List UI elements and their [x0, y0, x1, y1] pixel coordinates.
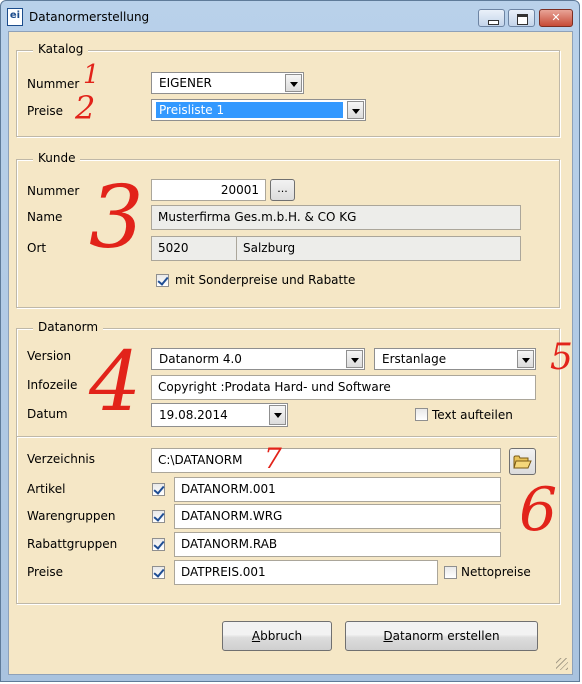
preise-input[interactable]: DATPREIS.001 [174, 560, 438, 585]
annotation-6: 6 [519, 475, 558, 545]
kunde-ort-label: Ort [27, 241, 47, 255]
abbruch-label: bbruch [260, 629, 303, 643]
calendar-dropdown-icon[interactable] [269, 405, 286, 425]
artikel-label: Artikel [27, 482, 66, 496]
datum-picker[interactable]: 19.08.2014 [151, 403, 288, 427]
kunde-nummer-input[interactable]: 20001 [151, 179, 266, 201]
annotation-5: 5 [550, 337, 573, 378]
kunde-name-label: Name [27, 210, 63, 224]
artikel-input[interactable]: DATANORM.001 [174, 477, 501, 502]
datanorm-legend: Datanorm [33, 320, 104, 334]
katalog-preise-value: Preisliste 1 [156, 102, 343, 118]
preise-checkbox[interactable] [152, 566, 165, 579]
maximize-button[interactable] [508, 9, 535, 27]
rabattgruppen-label: Rabattgruppen [27, 537, 118, 551]
katalog-nummer-value: EIGENER [159, 76, 212, 90]
verzeichnis-label: Verzeichnis [27, 452, 96, 466]
kunde-name-field: Musterfirma Ges.m.b.H. & CO KG [151, 205, 521, 230]
preise-label: Preise [27, 565, 64, 579]
nettopreise-label: Nettopreise [461, 565, 531, 579]
datum-label: Datum [27, 407, 68, 421]
version-select[interactable]: Datanorm 4.0 [151, 348, 365, 370]
nettopreise-checkbox[interactable] [444, 566, 457, 579]
katalog-preise-select[interactable]: Preisliste 1 [151, 99, 366, 121]
version-value: Datanorm 4.0 [159, 352, 242, 366]
chevron-down-icon[interactable] [347, 101, 364, 119]
katalog-preise-label: Preise [27, 104, 64, 118]
katalog-nummer-select[interactable]: EIGENER [151, 72, 304, 94]
katalog-nummer-label: Nummer [27, 77, 80, 91]
text-aufteilen-label: Text aufteilen [432, 408, 513, 422]
sonderpreise-label: mit Sonderpreise und Rabatte [175, 273, 356, 287]
infozeile-input[interactable]: Copyright :Prodata Hard- und Software [151, 375, 536, 400]
minimize-icon [488, 20, 499, 25]
kunde-browse-label: ... [277, 182, 288, 195]
kunde-nummer-label: Nummer [27, 184, 80, 198]
verzeichnis-input[interactable]: C:\DATANORM [151, 448, 501, 473]
open-folder-icon [513, 455, 532, 469]
annotation-1: 1 [83, 60, 100, 90]
rabattgruppen-checkbox[interactable] [152, 538, 165, 551]
warengruppen-checkbox[interactable] [152, 510, 165, 523]
datum-value: 19.08.2014 [159, 408, 228, 422]
datanorm-separator [17, 436, 557, 438]
title-bar[interactable]: ei Datanormerstellung ✕ [1, 1, 579, 31]
maximize-icon [517, 14, 528, 25]
art-select[interactable]: Erstanlage [374, 348, 536, 370]
verzeichnis-browse-button[interactable] [509, 448, 536, 475]
minimize-button[interactable] [478, 9, 505, 27]
rabattgruppen-input[interactable]: DATANORM.RAB [174, 532, 501, 557]
art-value: Erstanlage [382, 352, 447, 366]
version-label: Version [27, 349, 72, 363]
chevron-down-icon[interactable] [285, 74, 302, 92]
sonderpreise-checkbox[interactable] [156, 274, 169, 287]
erstellen-label: atanorm erstellen [392, 629, 500, 643]
app-icon: ei [7, 8, 23, 26]
kunde-legend: Kunde [33, 151, 81, 165]
kunde-browse-button[interactable]: ... [270, 179, 295, 201]
window-title: Datanormerstellung [29, 10, 150, 24]
annotation-7: 7 [264, 442, 282, 475]
abbruch-button[interactable]: Abbruch [222, 621, 332, 651]
warengruppen-input[interactable]: DATANORM.WRG [174, 504, 501, 529]
warengruppen-label: Warengruppen [27, 509, 116, 523]
annotation-2: 2 [75, 89, 96, 127]
close-button[interactable]: ✕ [539, 9, 573, 27]
datanorm-erstellen-button[interactable]: Datanorm erstellen [345, 621, 538, 651]
dialog-client-area: Katalog Nummer EIGENER Preise Preisliste… [8, 31, 573, 675]
artikel-checkbox[interactable] [152, 483, 165, 496]
chevron-down-icon[interactable] [346, 350, 363, 368]
erstellen-mnemonic: D [383, 629, 393, 643]
infozeile-label: Infozeile [27, 378, 78, 392]
text-aufteilen-checkbox[interactable] [415, 408, 428, 421]
close-icon: ✕ [551, 11, 561, 24]
chevron-down-icon[interactable] [517, 350, 534, 368]
kunde-plz-field: 5020 [151, 236, 237, 261]
annotation-3: 3 [89, 168, 144, 268]
resize-grip[interactable] [556, 658, 568, 670]
katalog-legend: Katalog [33, 42, 89, 56]
abbruch-mnemonic: A [251, 629, 261, 643]
annotation-4: 4 [89, 335, 142, 430]
dialog-window: ei Datanormerstellung ✕ Katalog Nummer E… [0, 0, 580, 682]
kunde-ort-field: Salzburg [236, 236, 521, 261]
